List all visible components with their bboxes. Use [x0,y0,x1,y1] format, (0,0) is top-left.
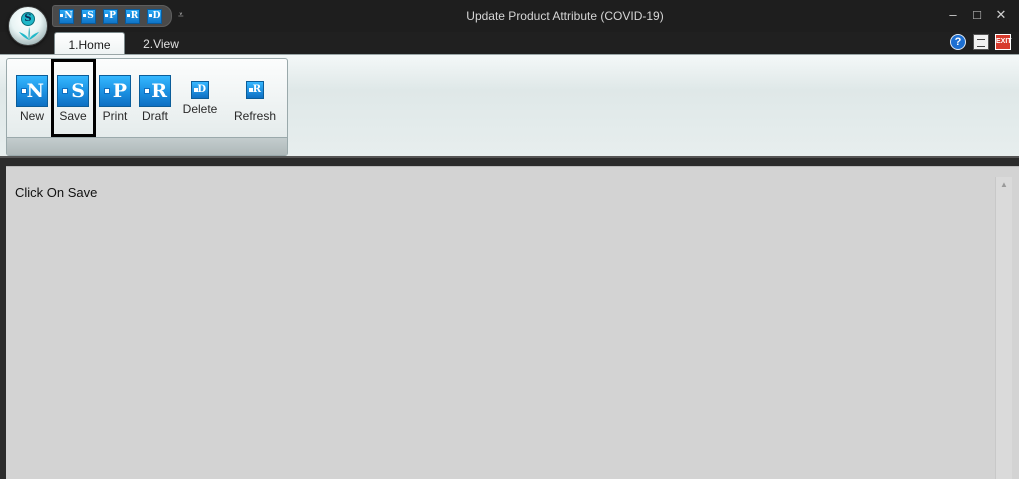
print-icon: P [99,75,131,107]
qat-delete-button[interactable]: D [147,9,162,24]
print-button-label: Print [102,109,128,123]
instruction-text: Click On Save [15,185,98,200]
document-icon[interactable] [973,34,989,50]
ribbon: N New S Save P Print R Draft D Delete R … [0,54,1019,158]
refresh-button-label: Refresh [233,109,277,123]
minimize-button[interactable]: – [944,8,962,22]
window-title: Update Product Attribute (COVID-19) [466,9,664,23]
help-icon[interactable]: ? [950,34,966,50]
ribbon-tabs-bar: 1.Home 2.View ? EXIT [0,32,1019,55]
draft-button-label: Draft [141,109,168,123]
save-icon: S [57,75,89,107]
scroll-up-icon[interactable]: ▲ [996,177,1012,193]
qat-print-icon: P [109,11,116,21]
main-content-area: Click On Save ▲ [6,166,1019,479]
close-button[interactable]: ✕ [992,8,1010,22]
save-button-label: Save [59,109,87,123]
application-menu-button[interactable]: S [8,6,48,46]
help-icons-group: ? EXIT [950,34,1014,52]
qat-new-icon: N [64,11,73,21]
maximize-button[interactable]: □ [968,8,986,22]
qat-draft-button[interactable]: R [125,9,140,24]
qat-save-button[interactable]: S [81,9,96,24]
app-logo-coin-icon: S [21,12,35,26]
qat-delete-icon: D [152,11,161,21]
draft-icon: R [139,75,171,107]
tab-home[interactable]: 1.Home [54,32,125,55]
new-button-label: New [19,109,44,123]
print-button[interactable]: P Print [98,59,132,139]
quick-access-toolbar: N S P R D [52,5,172,27]
exit-icon[interactable]: EXIT [995,34,1012,50]
qat-new-button[interactable]: N [59,9,74,24]
save-button[interactable]: S Save [56,59,90,139]
vertical-scrollbar[interactable]: ▲ [995,177,1012,479]
new-button[interactable]: N New [15,59,49,139]
qat-draft-icon: R [130,11,139,21]
ribbon-group-actions: N New S Save P Print R Draft D Delete R … [6,58,288,156]
ribbon-group-footer [7,137,287,155]
refresh-button[interactable]: R Refresh [231,59,279,139]
refresh-icon: R [246,81,264,99]
new-icon: N [16,75,48,107]
draft-button[interactable]: R Draft [138,59,172,139]
delete-icon: D [191,81,209,99]
qat-customize-dropdown-icon[interactable]: ⩡ [178,9,184,23]
tab-view[interactable]: 2.View [132,32,190,55]
title-bar: N S P R D ⩡ Update Product Attribute (CO… [0,0,1019,32]
qat-print-button[interactable]: P [103,9,118,24]
delete-button-label: Delete [182,102,218,116]
qat-save-icon: S [87,11,94,21]
delete-button[interactable]: D Delete [179,59,221,139]
app-logo-leaf-icon [19,27,39,40]
